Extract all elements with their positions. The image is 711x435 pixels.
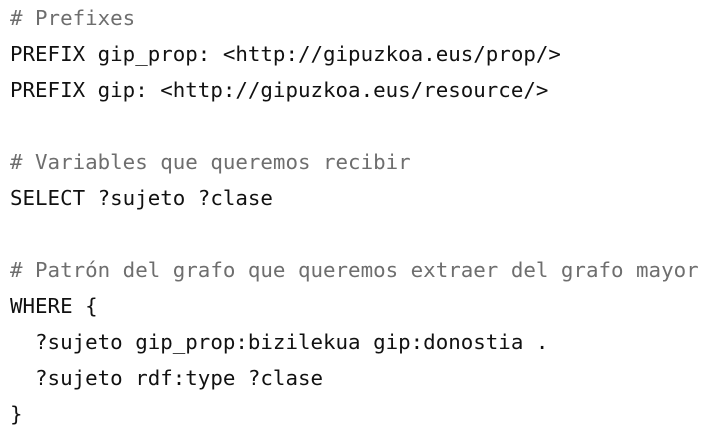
comment-variables: # Variables que queremos recibir (10, 150, 411, 174)
prefix-gip-line: PREFIX gip: <http://gipuzkoa.eus/resourc… (10, 78, 549, 102)
where-close-line: } (10, 402, 23, 426)
prefix-gip-prop-line: PREFIX gip_prop: <http://gipuzkoa.eus/pr… (10, 42, 561, 66)
sparql-code-block: # Prefixes PREFIX gip_prop: <http://gipu… (0, 0, 711, 435)
triple-type-line: ?sujeto rdf:type ?clase (10, 366, 324, 390)
comment-pattern: # Patrón del grafo que queremos extraer … (10, 258, 699, 282)
select-line: SELECT ?sujeto ?clase (10, 186, 273, 210)
where-open-line: WHERE { (10, 294, 98, 318)
triple-bizilekua-line: ?sujeto gip_prop:bizilekua gip:donostia … (10, 330, 549, 354)
comment-prefixes: # Prefixes (10, 6, 136, 30)
